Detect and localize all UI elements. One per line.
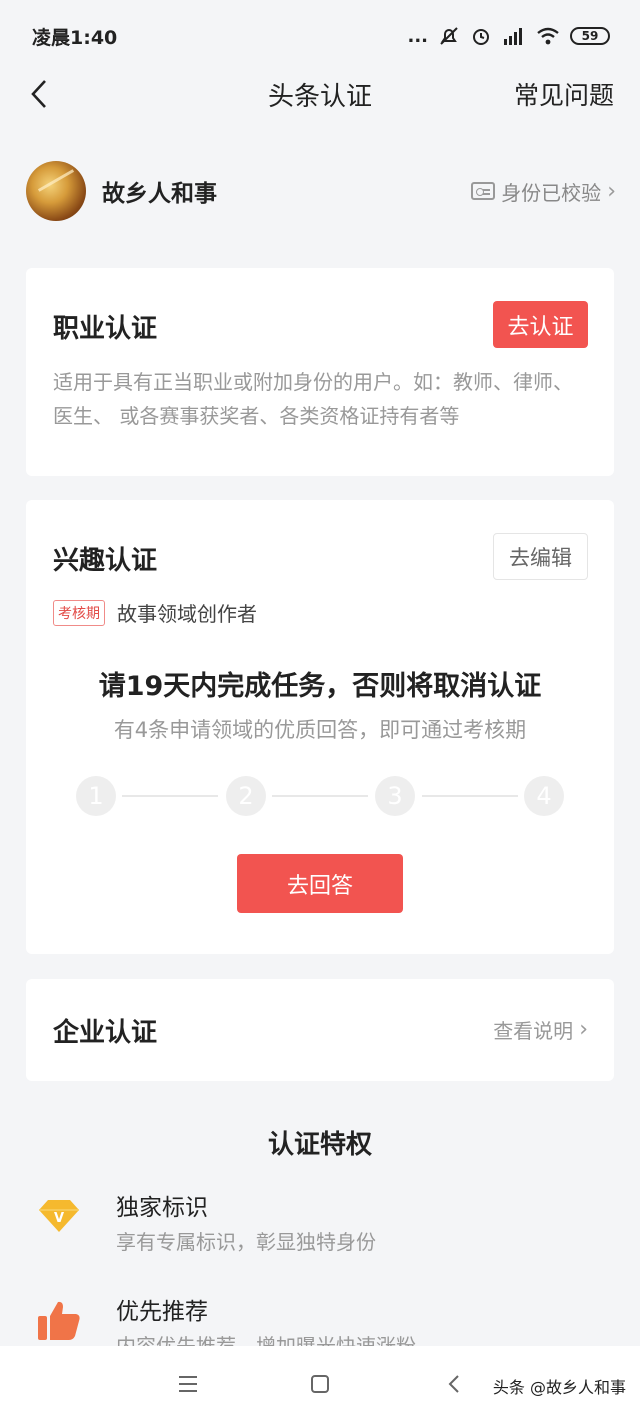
step-connector (422, 795, 518, 797)
professional-cert-description: 适用于具有正当职业或附加身份的用户。如：教师、律师、医生、 或各赛事获奖者、各类… (53, 370, 573, 428)
chevron-right-icon: › (579, 1017, 588, 1042)
step-connector (272, 795, 368, 797)
view-instructions-label: 查看说明 (493, 1019, 574, 1043)
thumbs-up-icon (38, 1301, 80, 1340)
home-nav-button[interactable] (308, 1372, 332, 1396)
alarm-icon (473, 29, 489, 45)
system-nav-bar: 头条 @故乡人和事 (0, 1346, 640, 1422)
interest-field-label: 故事领域创作者 (117, 602, 257, 626)
nav-bar: 头条认证 常见问题 (0, 66, 640, 122)
step-connector (122, 795, 218, 797)
privilege-desc: 内容优先推荐，增加曝光快速涨粉 (116, 1334, 416, 1346)
professional-cert-card: 职业认证 去认证 适用于具有正当职业或附加身份的用户。如：教师、律师、医生、 或… (26, 268, 614, 476)
user-row: 故乡人和事 身份已校验 › (26, 160, 616, 222)
wifi-icon (537, 27, 559, 45)
review-period-badge: 考核期 (53, 599, 105, 626)
privilege-item: V 独家标识 享有专属标识，彰显独特身份 (36, 1188, 616, 1268)
faq-link[interactable]: 常见问题 (514, 76, 614, 112)
identity-verified-link[interactable]: 身份已校验 › (471, 177, 616, 206)
progress-steps: 1 2 3 4 (76, 776, 564, 816)
menu-icon (179, 1376, 197, 1392)
interest-cert-card: 兴趣认证 去编辑 考核期 故事领域创作者 请19天内完成任务，否则将取消认证 有… (26, 500, 614, 954)
privilege-item: 优先推荐 内容优先推荐，增加曝光快速涨粉 (36, 1292, 616, 1346)
task-requirement-hint: 有4条申请领域的优质回答，即可通过考核期 (113, 718, 527, 742)
enterprise-cert-card[interactable]: 企业认证 查看说明 › (26, 979, 614, 1081)
step-1: 1 (76, 776, 116, 816)
back-button[interactable] (24, 78, 54, 110)
step-3: 3 (375, 776, 415, 816)
task-deadline-warning: 请19天内完成任务，否则将取消认证 (98, 671, 542, 702)
view-instructions-link[interactable]: 查看说明 › (493, 1015, 588, 1044)
privilege-title: 独家标识 (116, 1195, 208, 1221)
mute-bell-icon (440, 27, 458, 45)
go-answer-button[interactable]: 去回答 (237, 854, 403, 913)
avatar[interactable] (26, 161, 86, 221)
back-triangle-icon (448, 1375, 459, 1393)
user-name: 故乡人和事 (102, 181, 217, 207)
privilege-title: 优先推荐 (116, 1299, 208, 1325)
signal-icon (504, 28, 522, 45)
privileges-heading: 认证特权 (267, 1130, 372, 1160)
step-4: 4 (524, 776, 564, 816)
menu-nav-button[interactable] (176, 1372, 200, 1396)
chevron-left-icon (31, 80, 46, 108)
diamond-badge-icon: V (39, 1200, 79, 1232)
svg-text:V: V (54, 1211, 64, 1226)
square-icon (311, 1375, 329, 1393)
more-dots-icon: ... (407, 25, 428, 47)
battery-icon: 59 (570, 27, 610, 45)
step-2: 2 (226, 776, 266, 816)
go-edit-button[interactable]: 去编辑 (493, 533, 588, 580)
interest-field-row: 考核期 故事领域创作者 (53, 598, 257, 627)
id-card-icon (471, 182, 496, 200)
status-bar: 凌晨1:40 ... 59 (0, 0, 640, 72)
privilege-desc: 享有专属标识，彰显独特身份 (116, 1230, 376, 1254)
chevron-right-icon: › (607, 178, 616, 204)
identity-verified-label: 身份已校验 (501, 180, 602, 205)
watermark: 头条 @故乡人和事 (492, 1378, 626, 1397)
back-nav-button[interactable] (442, 1372, 466, 1396)
enterprise-cert-title: 企业认证 (53, 1018, 158, 1048)
professional-cert-title: 职业认证 (53, 314, 158, 344)
status-icons: ... 59 (407, 25, 610, 47)
interest-cert-title: 兴趣认证 (53, 546, 158, 576)
status-time: 凌晨1:40 (32, 26, 118, 49)
go-certify-button[interactable]: 去认证 (493, 301, 588, 348)
